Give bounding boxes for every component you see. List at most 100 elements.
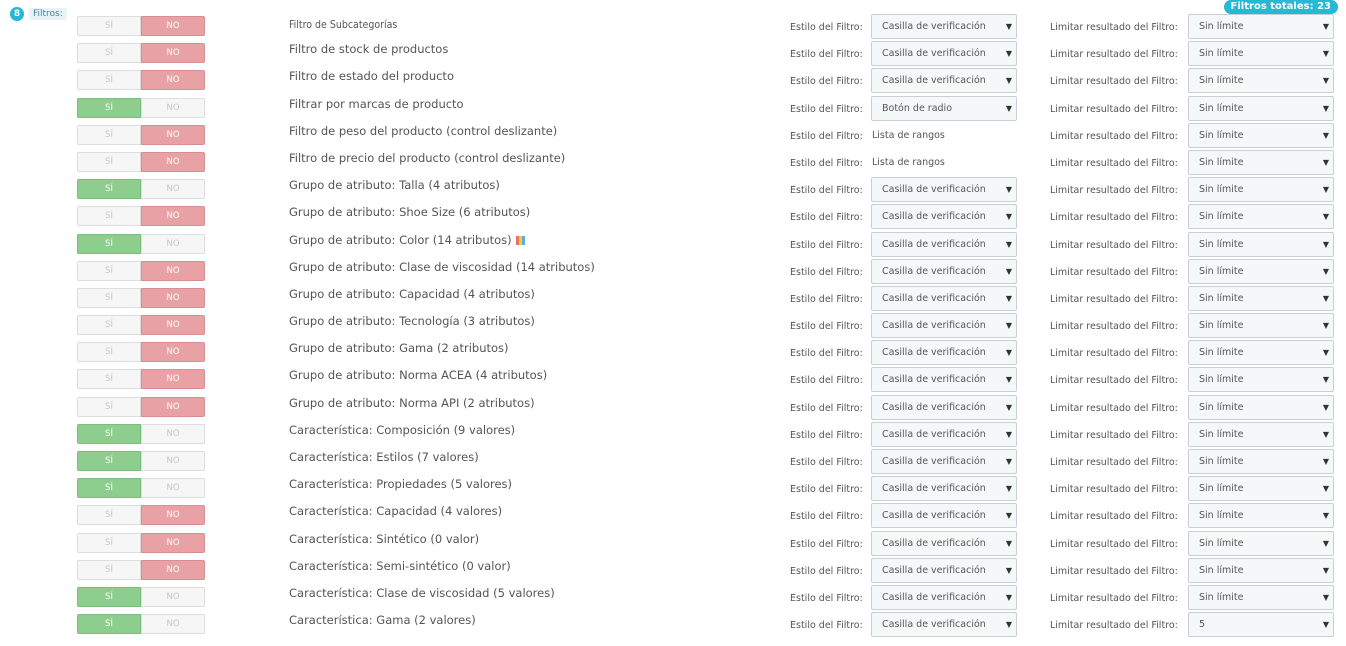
limit-result-select[interactable]: Sin límite [1188,421,1334,447]
toggle-no-option[interactable]: NO [141,532,205,553]
enable-toggle[interactable]: SÍ NO [77,287,205,308]
toggle-yes-option[interactable]: SÍ [77,532,141,553]
toggle-no-option[interactable]: NO [141,70,205,91]
limit-result-select[interactable]: Sin límite [1188,449,1334,474]
toggle-yes-option[interactable]: SÍ [77,179,141,200]
toggle-yes-option[interactable]: SÍ [77,369,141,390]
limit-result-select[interactable]: Sin límite [1188,14,1334,39]
toggle-no-option[interactable]: NO [141,451,205,471]
filter-style-select[interactable]: Casilla de verificación [871,394,1017,420]
toggle-yes-option[interactable]: SÍ [77,396,141,417]
toggle-no-option[interactable]: NO [141,505,205,526]
toggle-no-option[interactable]: NO [141,97,205,118]
limit-result-select[interactable]: Sin límite [1188,204,1334,230]
enable-toggle[interactable]: SÍ NO [77,70,205,91]
limit-result-select[interactable]: Sin límite [1188,41,1334,67]
toggle-no-option[interactable]: NO [141,423,205,444]
toggle-yes-option[interactable]: SÍ [77,315,141,336]
toggle-yes-option[interactable]: SÍ [77,586,141,607]
enable-toggle[interactable]: SÍ NO [77,97,205,118]
enable-toggle[interactable]: SÍ NO [77,342,205,363]
toggle-yes-option[interactable]: SÍ [77,559,141,580]
filter-style-select[interactable]: Casilla de verificación [871,584,1017,610]
toggle-no-option[interactable]: NO [141,315,205,336]
enable-toggle[interactable]: SÍ NO [77,260,205,281]
toggle-yes-option[interactable]: SÍ [77,151,141,172]
limit-result-select[interactable]: 5 [1188,612,1334,638]
toggle-yes-option[interactable]: SÍ [77,423,141,444]
filter-style-select[interactable]: Casilla de verificación [871,204,1017,230]
toggle-yes-option[interactable]: SÍ [77,206,141,227]
toggle-no-option[interactable]: NO [141,179,205,200]
filter-style-select[interactable]: Casilla de verificación [871,231,1017,257]
toggle-no-option[interactable]: NO [141,586,205,607]
filter-style-select[interactable]: Casilla de verificación [871,530,1017,556]
filter-style-select[interactable]: Casilla de verificación [871,41,1017,67]
enable-toggle[interactable]: SÍ NO [77,206,205,227]
enable-toggle[interactable]: SÍ NO [77,151,205,172]
toggle-no-option[interactable]: NO [141,396,205,417]
enable-toggle[interactable]: SÍ NO [77,396,205,417]
toggle-no-option[interactable]: NO [141,206,205,227]
limit-result-select[interactable]: Sin límite [1188,68,1334,94]
limit-result-select[interactable]: Sin límite [1188,122,1334,148]
toggle-no-option[interactable]: NO [141,124,205,145]
enable-toggle[interactable]: SÍ NO [77,233,205,254]
toggle-yes-option[interactable]: SÍ [77,97,141,118]
filter-style-select[interactable]: Casilla de verificación [871,367,1017,393]
filter-style-select[interactable]: Botón de radio [871,95,1017,121]
limit-result-select[interactable]: Sin límite [1188,367,1334,393]
limit-result-select[interactable]: Sin límite [1188,557,1334,583]
limit-result-select[interactable]: Sin límite [1188,258,1334,284]
toggle-yes-option[interactable]: SÍ [77,260,141,281]
limit-result-select[interactable]: Sin límite [1188,231,1334,257]
enable-toggle[interactable]: SÍ NO [77,586,205,607]
filter-style-select[interactable]: Casilla de verificación [871,285,1017,311]
filter-style-select[interactable]: Casilla de verificación [871,313,1017,339]
filter-style-select[interactable]: Casilla de verificación [871,340,1017,366]
filter-style-select[interactable]: Casilla de verificación [871,476,1017,502]
filter-style-select[interactable]: Casilla de verificación [871,503,1017,529]
filter-style-select[interactable]: Casilla de verificación [871,177,1017,203]
toggle-yes-option[interactable]: SÍ [77,43,141,64]
toggle-yes-option[interactable]: SÍ [77,505,141,526]
toggle-yes-option[interactable]: SÍ [77,614,141,635]
enable-toggle[interactable]: SÍ NO [77,369,205,390]
limit-result-select[interactable]: Sin límite [1188,285,1334,311]
limit-result-select[interactable]: Sin límite [1188,584,1334,610]
filter-style-select[interactable]: Casilla de verificación [871,68,1017,94]
filter-style-select[interactable]: Casilla de verificación [871,612,1017,638]
enable-toggle[interactable]: SÍ NO [77,124,205,145]
limit-result-select[interactable]: Sin límite [1188,394,1334,420]
enable-toggle[interactable]: SÍ NO [77,16,205,36]
limit-result-select[interactable]: Sin límite [1188,340,1334,366]
toggle-no-option[interactable]: NO [141,233,205,254]
filter-style-select[interactable]: Casilla de verificación [871,14,1017,39]
toggle-no-option[interactable]: NO [141,16,205,36]
limit-result-select[interactable]: Sin límite [1188,177,1334,203]
enable-toggle[interactable]: SÍ NO [77,423,205,444]
limit-result-select[interactable]: Sin límite [1188,503,1334,529]
enable-toggle[interactable]: SÍ NO [77,614,205,635]
limit-result-select[interactable]: Sin límite [1188,313,1334,339]
toggle-no-option[interactable]: NO [141,369,205,390]
limit-result-select[interactable]: Sin límite [1188,95,1334,121]
toggle-yes-option[interactable]: SÍ [77,233,141,254]
enable-toggle[interactable]: SÍ NO [77,451,205,471]
toggle-no-option[interactable]: NO [141,478,205,499]
filter-style-select[interactable]: Casilla de verificación [871,449,1017,474]
toggle-yes-option[interactable]: SÍ [77,451,141,471]
enable-toggle[interactable]: SÍ NO [77,179,205,200]
toggle-no-option[interactable]: NO [141,559,205,580]
toggle-no-option[interactable]: NO [141,342,205,363]
toggle-yes-option[interactable]: SÍ [77,287,141,308]
filter-style-select[interactable]: Casilla de verificación [871,421,1017,447]
toggle-no-option[interactable]: NO [141,43,205,64]
enable-toggle[interactable]: SÍ NO [77,559,205,580]
toggle-no-option[interactable]: NO [141,614,205,635]
toggle-yes-option[interactable]: SÍ [77,124,141,145]
toggle-yes-option[interactable]: SÍ [77,478,141,499]
toggle-no-option[interactable]: NO [141,287,205,308]
filter-style-select[interactable]: Casilla de verificación [871,258,1017,284]
limit-result-select[interactable]: Sin límite [1188,476,1334,502]
